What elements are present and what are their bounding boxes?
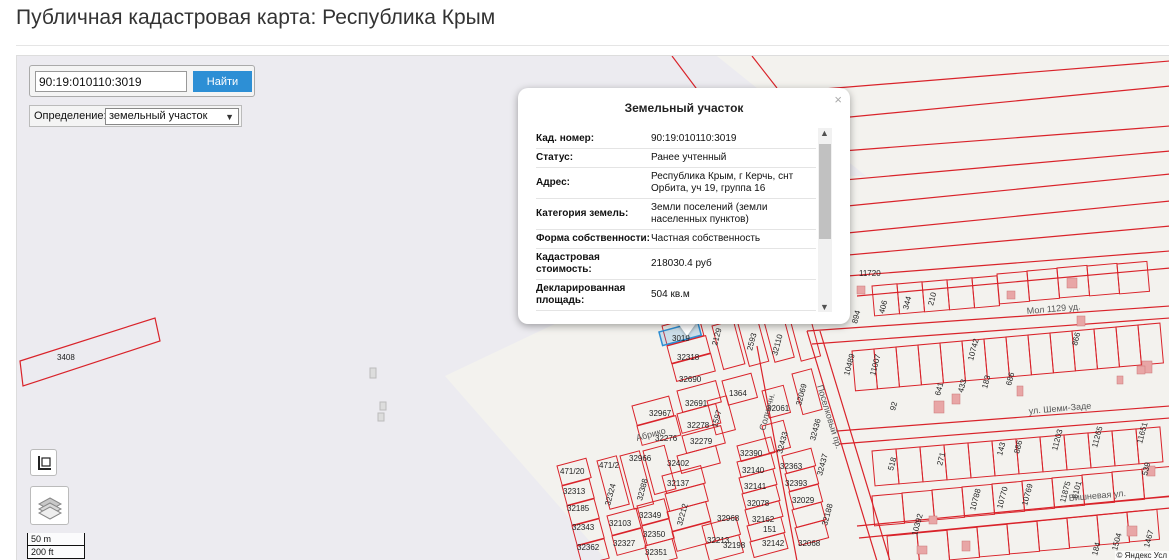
attribute-value: Земли поселений (земли населенных пункто… — [651, 198, 816, 230]
svg-text:32390: 32390 — [740, 449, 763, 458]
attribute-value: 504 кв.м — [651, 279, 816, 311]
svg-text:32327: 32327 — [613, 539, 636, 548]
svg-text:32162: 32162 — [752, 515, 775, 524]
svg-text:32278: 32278 — [687, 421, 710, 430]
search-button[interactable]: Найти — [193, 71, 252, 92]
attribute-label: Кадастровая стоимость: — [536, 248, 651, 280]
attribute-label: Статус: — [536, 148, 651, 168]
svg-text:32279: 32279 — [690, 437, 713, 446]
cadastral-map[interactable]: 3408 11720 3019 32318 2129 2593 32110 32… — [16, 55, 1169, 560]
table-row: Кадастровая стоимость: 218030.4 руб — [536, 248, 816, 280]
definition-panel: Определение: земельный участок ▼ — [29, 105, 242, 127]
svg-text:32140: 32140 — [742, 466, 765, 475]
attribute-label: Категория земель: — [536, 198, 651, 230]
attribute-label: Кад. номер: — [536, 130, 651, 149]
ruler-icon — [38, 456, 51, 470]
svg-text:32142: 32142 — [762, 539, 785, 548]
svg-text:32690: 32690 — [679, 375, 702, 384]
table-row: Кад. номер: 90:19:010110:3019 — [536, 130, 816, 149]
scroll-up-icon[interactable]: ▲ — [820, 128, 829, 138]
svg-text:32393: 32393 — [785, 479, 808, 488]
scale-imperial: 200 ft — [27, 546, 85, 559]
attribute-label: Декларированная площадь: — [536, 279, 651, 311]
chevron-down-icon: ▼ — [225, 112, 234, 122]
svg-text:32185: 32185 — [567, 504, 590, 513]
title-divider — [16, 45, 1169, 46]
svg-text:32198: 32198 — [723, 541, 746, 550]
svg-text:471/20: 471/20 — [560, 467, 585, 476]
table-row: Форма собственности: Частная собственност… — [536, 229, 816, 249]
svg-text:32141: 32141 — [744, 482, 767, 491]
svg-text:32402: 32402 — [667, 459, 690, 468]
scroll-down-icon[interactable]: ▼ — [820, 302, 829, 312]
svg-text:32343: 32343 — [572, 523, 595, 532]
layers-button[interactable] — [30, 486, 69, 525]
definition-select[interactable]: земельный участок ▼ — [105, 108, 239, 125]
svg-text:32137: 32137 — [667, 479, 690, 488]
svg-text:32029: 32029 — [792, 496, 815, 505]
svg-text:32691: 32691 — [685, 399, 708, 408]
svg-text:151: 151 — [763, 525, 777, 534]
page-title: Публичная кадастровая карта: Республика … — [16, 6, 496, 29]
svg-text:32313: 32313 — [563, 487, 586, 496]
svg-text:32068: 32068 — [798, 539, 821, 548]
attribute-value: Частная собственность — [651, 229, 816, 249]
table-row: Статус: Ранее учтенный — [536, 148, 816, 168]
attribute-value: 90:19:010110:3019 — [651, 130, 816, 149]
scale-metric: 50 m — [27, 533, 85, 546]
svg-text:32103: 32103 — [609, 519, 632, 528]
map-attribution[interactable]: © Яндекс Усл — [1114, 551, 1169, 560]
measure-button[interactable] — [30, 449, 57, 476]
svg-text:1364: 1364 — [729, 389, 747, 398]
scale-bar: 50 m 200 ft — [27, 533, 85, 559]
svg-text:32968: 32968 — [717, 514, 740, 523]
attribute-label: Форма собственности: — [536, 229, 651, 249]
svg-text:32363: 32363 — [780, 462, 803, 471]
popup-scrollbar[interactable]: ▲ ▼ — [818, 128, 832, 312]
search-panel: Найти — [29, 65, 255, 97]
svg-text:11720: 11720 — [859, 269, 881, 278]
attribute-value: Республика Крым, г Керчь, снт Орбита, уч… — [651, 167, 816, 199]
svg-text:32351: 32351 — [645, 548, 668, 557]
svg-text:32350: 32350 — [643, 530, 666, 539]
svg-text:32967: 32967 — [649, 409, 672, 418]
cadastral-number-input[interactable] — [35, 71, 187, 92]
svg-text:32318: 32318 — [677, 353, 700, 362]
scrollbar-thumb[interactable] — [819, 144, 831, 239]
table-row: Категория земель: Земли поселений (земли … — [536, 198, 816, 230]
svg-text:32362: 32362 — [577, 543, 600, 552]
attribute-value: 218030.4 руб — [651, 248, 816, 280]
layers-icon — [37, 497, 63, 520]
svg-text:32349: 32349 — [639, 511, 662, 520]
table-row: Декларированная площадь: 504 кв.м — [536, 279, 816, 311]
parcel-label: 3408 — [57, 353, 75, 362]
svg-text:471/2: 471/2 — [599, 461, 620, 470]
definition-selected-value: земельный участок — [109, 110, 208, 122]
svg-text:32966: 32966 — [629, 454, 652, 463]
popup-pointer — [677, 322, 697, 336]
popup-title: Земельный участок — [624, 101, 744, 115]
parcel-info-popup: × Земельный участок Кад. номер: 90:19:010… — [518, 88, 850, 324]
definition-label: Определение: — [34, 110, 107, 122]
attribute-label: Адрес: — [536, 167, 651, 199]
parcel-attributes-table: Кад. номер: 90:19:010110:3019 Статус: Ране… — [536, 130, 816, 311]
attribute-value: Ранее учтенный — [651, 148, 816, 168]
table-row: Адрес: Республика Крым, г Керчь, снт Орби… — [536, 167, 816, 199]
svg-text:32078: 32078 — [747, 499, 770, 508]
